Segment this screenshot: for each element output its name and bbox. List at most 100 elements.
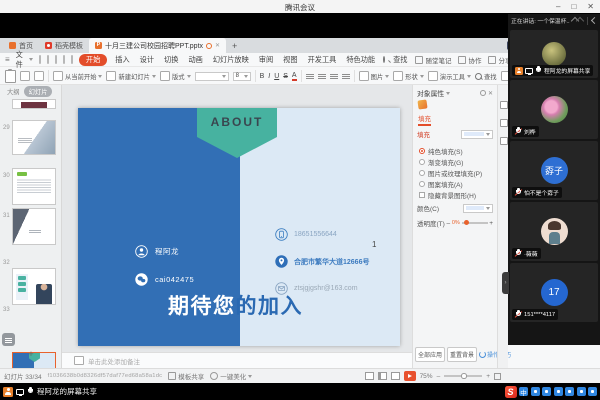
ime-mode-icon[interactable]: 中	[519, 387, 528, 396]
slide[interactable]: ABOUT 程阿龙 cai042475 18651556644	[78, 108, 400, 346]
italic-button[interactable]: I	[268, 73, 270, 80]
sidebar-collapse-handle[interactable]: ›	[502, 272, 509, 294]
preview-icon[interactable]	[55, 55, 57, 64]
find-button[interactable]: 查找	[475, 72, 497, 81]
strip-properties-icon[interactable]	[500, 101, 508, 109]
minimize-icon[interactable]: –	[556, 2, 560, 11]
align-left-icon[interactable]	[330, 73, 338, 80]
slide-sorter-icon[interactable]	[378, 372, 387, 380]
transparency-minus[interactable]: –	[447, 220, 451, 227]
ime-pen-icon[interactable]	[531, 387, 540, 396]
menu-tab-insert[interactable]: 插入	[113, 54, 131, 66]
panel-close-icon[interactable]: ✕	[488, 90, 493, 97]
reading-view-icon[interactable]	[391, 372, 400, 380]
tab-close-icon[interactable]: ✕	[215, 42, 220, 49]
beautify-button[interactable]: 一键美化	[210, 371, 252, 381]
paste-icon[interactable]	[5, 70, 16, 83]
ime-toolbox-icon[interactable]	[577, 387, 586, 396]
menu-tab-animation[interactable]: 动画	[186, 54, 204, 66]
tab-document[interactable]: P 十月三建公司校园招聘PPT.pptx ✕	[89, 38, 226, 53]
thumbnail-partial[interactable]	[12, 99, 56, 109]
close-icon[interactable]: ✕	[587, 2, 594, 11]
presentation-tools-button[interactable]: 演示工具	[428, 71, 471, 81]
strip-comment-icon[interactable]	[500, 137, 508, 145]
add-slide-button[interactable]: +	[0, 349, 62, 359]
fullscreen-icon[interactable]	[494, 373, 501, 380]
redo-icon[interactable]	[71, 55, 73, 64]
slider-thumb[interactable]	[461, 373, 467, 379]
print-icon[interactable]	[47, 55, 49, 64]
collab-action[interactable]: 协作	[458, 55, 481, 65]
numbered-list-icon[interactable]	[318, 73, 326, 80]
shape-button[interactable]: 形状	[393, 71, 424, 81]
picture-button[interactable]: 图片	[359, 71, 390, 81]
fill-style-select[interactable]	[461, 130, 493, 139]
strip-animation-icon[interactable]	[500, 119, 508, 127]
thumbnail-slide-32[interactable]	[12, 268, 56, 305]
underline-button[interactable]: U	[274, 73, 279, 80]
layout-button[interactable]: 版式	[160, 71, 191, 81]
save-icon[interactable]	[39, 55, 41, 64]
screen-share-indicator[interactable]: 程阿龙的屏幕共享	[3, 386, 97, 397]
play-from-current-button[interactable]: 从当前开始	[53, 71, 102, 81]
transparency-slider[interactable]	[462, 222, 488, 224]
undo-icon[interactable]	[63, 55, 65, 64]
tab-slides[interactable]: 幻灯片	[24, 86, 53, 97]
ime-mic-icon[interactable]	[554, 387, 563, 396]
sogou-input-icon[interactable]: S	[505, 386, 517, 398]
video-tile[interactable]: 孬子 怕不是个孬子	[510, 141, 598, 200]
apply-all-button[interactable]: 全部应用	[415, 347, 445, 362]
ime-skin-icon[interactable]	[588, 387, 597, 396]
tab-docer[interactable]: 稻壳模板	[39, 38, 89, 53]
normal-view-icon[interactable]	[365, 372, 374, 380]
thumbnail-slide-31[interactable]	[12, 208, 56, 245]
bullet-list-icon[interactable]	[306, 73, 314, 80]
fill-bucket-icon[interactable]	[417, 99, 427, 109]
font-family-select[interactable]	[195, 72, 229, 81]
menu-find[interactable]: 查找	[391, 54, 409, 66]
chevron-down-icon[interactable]	[446, 92, 450, 95]
radio-gradient-fill[interactable]: 渐变填充(G)	[419, 157, 463, 167]
hamburger-icon[interactable]: ≡	[5, 55, 10, 64]
menu-tab-start[interactable]: 开始	[79, 54, 107, 66]
thumbnail-slide-30[interactable]	[12, 168, 56, 205]
radio-solid-fill[interactable]: 纯色填充(S)	[419, 146, 463, 156]
font-size-select[interactable]: 8	[233, 72, 251, 81]
cut-icon[interactable]	[20, 71, 30, 81]
collapse-arrow-icon[interactable]	[591, 17, 598, 24]
notes-action[interactable]: 随堂笔记	[415, 55, 451, 65]
menu-tab-view[interactable]: 视图	[281, 54, 299, 66]
video-tile[interactable]: 刘桦	[510, 80, 598, 139]
notes-bar[interactable]: 单击此处添加备注	[62, 352, 412, 368]
slider-thumb[interactable]	[464, 220, 469, 225]
menu-tab-features[interactable]: 特色功能	[344, 54, 377, 66]
reset-background-button[interactable]: 重置背景	[447, 347, 477, 362]
thumbnail-slide-29[interactable]	[12, 120, 56, 155]
video-tile[interactable]: ·薇薇	[510, 202, 598, 261]
strikethrough-button[interactable]: S	[283, 73, 288, 80]
menu-tab-transition[interactable]: 切换	[162, 54, 180, 66]
checkbox-hide-background[interactable]: 隐藏背景图形(H)	[419, 190, 476, 200]
fill-tab[interactable]: 填充	[418, 113, 431, 126]
radio-pattern-fill[interactable]: 图案填充(A)	[419, 179, 463, 189]
video-tile[interactable]: 17 151****4117	[510, 263, 598, 322]
format-painter-icon[interactable]	[34, 71, 44, 81]
color-select[interactable]	[463, 204, 493, 213]
menu-tab-slideshow[interactable]: 幻灯片放映	[211, 54, 251, 66]
menu-tab-devtools[interactable]: 开发工具	[306, 54, 339, 66]
zoom-slider[interactable]	[444, 375, 482, 377]
bold-button[interactable]: B	[260, 73, 265, 80]
template-share[interactable]: 模板共享	[168, 371, 204, 381]
pin-icon[interactable]	[480, 90, 486, 96]
slideshow-play-button[interactable]	[404, 371, 416, 381]
search-icon[interactable]	[383, 56, 385, 63]
zoom-in-button[interactable]: +	[486, 373, 490, 380]
menu-tab-review[interactable]: 审阅	[257, 54, 275, 66]
align-center-icon[interactable]	[342, 73, 350, 80]
transparency-plus[interactable]: +	[489, 220, 493, 227]
ime-settings-icon[interactable]	[542, 387, 551, 396]
radio-picture-fill[interactable]: 图片或纹理填充(P)	[419, 168, 482, 178]
font-color-button[interactable]: A	[292, 72, 297, 81]
zoom-out-button[interactable]: –	[437, 373, 441, 380]
video-tile-presenter[interactable]: 程阿龙的屏幕共享	[510, 30, 598, 78]
